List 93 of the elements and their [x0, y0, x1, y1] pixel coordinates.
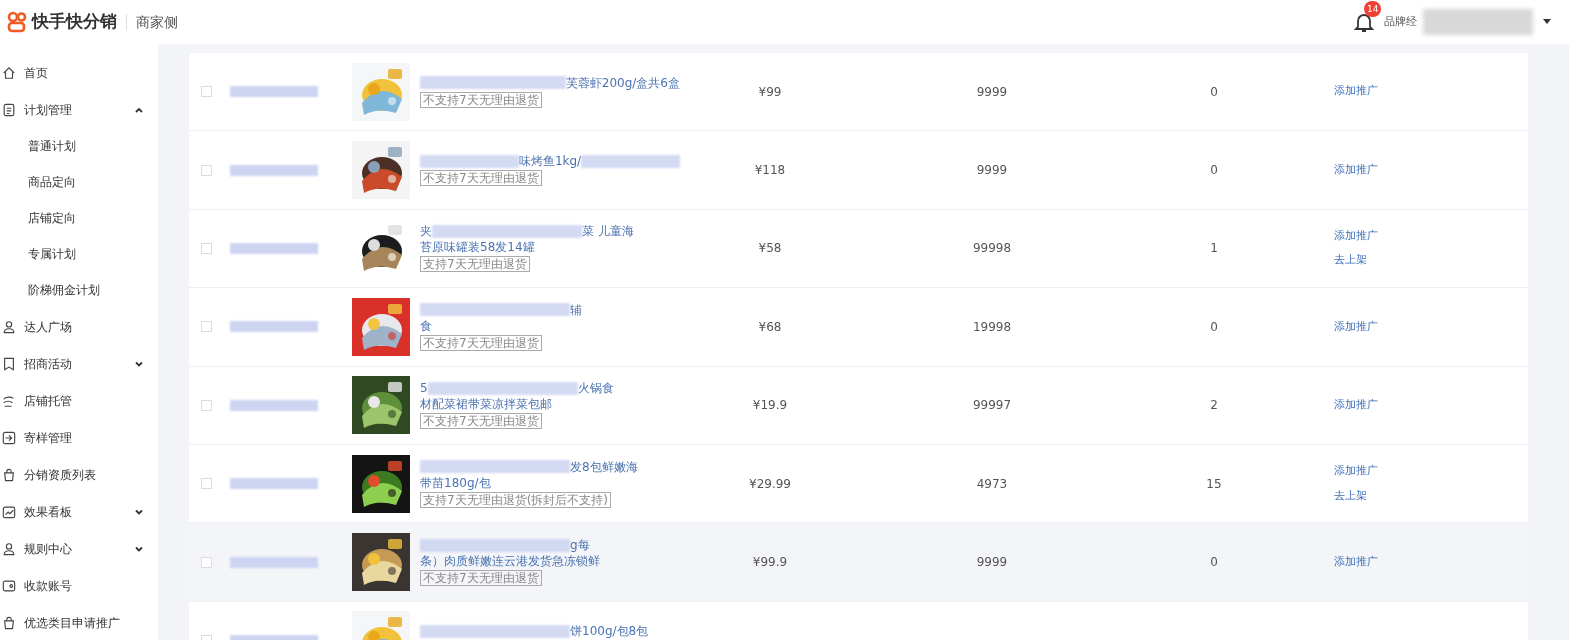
stock-cell-text: 19998 — [971, 318, 1013, 336]
price-cell-text: ¥99 — [757, 83, 783, 101]
product-title[interactable]: 材配菜裙带菜凉拌菜包邮 — [420, 397, 552, 412]
product-title[interactable]: 条）肉质鲜嫩连云港发货急冻锁鲜 — [420, 554, 600, 569]
sidebar-item[interactable]: 分销资质列表 — [0, 456, 158, 493]
price-cell-text: ¥19.9 — [751, 397, 789, 415]
return-policy-tag: 不支持7天无理由退货 — [420, 413, 542, 430]
stock-cell-text: 9999 — [975, 83, 1009, 101]
person-icon — [2, 319, 16, 334]
stock-cell-text: 99997 — [971, 397, 1013, 415]
sidebar-subitem[interactable]: 商品定向 — [0, 164, 158, 200]
product-title[interactable]: 夹 — [420, 224, 432, 239]
sidebar-item[interactable]: 效果看板 — [0, 493, 158, 530]
stock-cell-text: 9999 — [975, 162, 1009, 180]
product-title[interactable]: 味烤鱼1kg/ — [518, 154, 582, 169]
return-policy-tag: 支持7天无理由退货(拆封后不支持) — [420, 491, 611, 508]
user-avatar[interactable] — [1423, 9, 1533, 35]
price-cell-text: ¥99.9 — [751, 554, 789, 572]
row-checkbox[interactable] — [201, 399, 212, 411]
sidebar-item[interactable]: 寄样管理 — [0, 419, 158, 456]
sidebar-subitem[interactable]: 阶梯佣金计划 — [0, 272, 158, 308]
price-cell-text: ¥68 — [757, 318, 783, 336]
action-link[interactable]: 添加推广 — [1334, 83, 1378, 100]
product-title[interactable]: 饼100g/包8包 — [570, 624, 649, 639]
action-link[interactable]: 去上架 — [1334, 487, 1378, 505]
logo-text: 快手快分销 — [32, 10, 117, 34]
count-cell-text: 0 — [1209, 554, 1219, 572]
product-title[interactable]: 发8包鲜嫩海 — [570, 459, 638, 474]
home-icon — [2, 65, 16, 80]
row-checkbox[interactable] — [201, 86, 212, 98]
caret-icon[interactable] — [1543, 19, 1551, 25]
stock-cell-text: 9999 — [975, 554, 1009, 572]
document-icon — [2, 102, 16, 117]
person-icon — [2, 541, 16, 556]
action-link[interactable]: 添加推广 — [1334, 161, 1378, 179]
wallet-icon — [2, 578, 16, 593]
product-title[interactable]: 菜 儿童海 — [582, 224, 634, 239]
product-title[interactable]: 芙蓉虾200g/盒共6盒 — [565, 75, 680, 90]
enter-icon — [2, 430, 16, 445]
price-cell-text: ¥58 — [757, 240, 783, 258]
product-title[interactable]: 食 — [420, 318, 432, 333]
section-label: 商家侧 — [136, 12, 178, 32]
action-link[interactable]: 去上架 — [1334, 252, 1378, 269]
row-checkbox[interactable] — [201, 164, 212, 176]
chart-icon — [2, 504, 16, 519]
row-checkbox[interactable] — [201, 242, 212, 254]
sidebar-subitem[interactable]: 普通计划 — [0, 128, 158, 164]
sidebar-item[interactable]: 达人广场 — [0, 308, 158, 345]
logo-icon — [6, 11, 28, 33]
action-link[interactable]: 添加推广 — [1334, 463, 1378, 480]
sidebar-item[interactable]: 首页 — [0, 54, 158, 91]
return-policy-tag: 不支持7天无理由退货 — [420, 334, 542, 351]
product-title[interactable]: 带苗180g/包 — [420, 475, 491, 490]
stock-cell-text: 99998 — [971, 240, 1013, 258]
return-policy-tag: 不支持7天无理由退货 — [420, 570, 542, 587]
action-link[interactable]: 添加推广 — [1334, 318, 1378, 336]
row-checkbox[interactable] — [201, 478, 212, 490]
action-link[interactable]: 添加推广 — [1334, 227, 1378, 245]
action-link[interactable]: 添加推广 — [1334, 553, 1378, 571]
price-cell-text: ¥118 — [753, 162, 787, 180]
sidebar-item[interactable]: 优选类目申请推广 — [0, 604, 158, 640]
sidebar-item[interactable]: 规则中心 — [0, 530, 158, 567]
action-link[interactable]: 添加推广 — [1334, 397, 1378, 414]
count-cell-text: 2 — [1209, 397, 1219, 415]
return-policy-tag: 不支持7天无理由退货 — [420, 170, 542, 187]
notification-badge: 14 — [1364, 1, 1382, 17]
product-title[interactable]: 5 — [420, 381, 428, 396]
product-title[interactable]: 苔原味罐装58发14罐 — [420, 240, 535, 255]
return-policy-tag: 不支持7天无理由退货 — [420, 91, 542, 108]
sidebar-subitem[interactable]: 店铺定向 — [0, 200, 158, 236]
sidebar-item[interactable]: 店铺托管 — [0, 382, 158, 419]
sidebar-item[interactable]: 招商活动 — [0, 345, 158, 382]
count-cell-text: 15 — [1205, 475, 1223, 493]
stock-cell-text: 4973 — [975, 475, 1009, 493]
product-title[interactable]: 辅 — [570, 302, 582, 317]
sidebar-subitem[interactable]: 专属计划 — [0, 236, 158, 272]
price-cell-text: ¥29.99 — [748, 475, 792, 493]
bag-icon — [2, 615, 16, 630]
row-checkbox[interactable] — [201, 321, 212, 333]
count-cell-text: 0 — [1209, 83, 1219, 101]
user-role: 品牌经 — [1384, 13, 1417, 30]
bag-icon — [2, 467, 16, 482]
sidebar-item[interactable]: 计划管理 — [0, 91, 158, 128]
row-checkbox[interactable] — [201, 556, 212, 568]
return-policy-tag: 支持7天无理由退货 — [420, 256, 530, 273]
bell-icon[interactable] — [1354, 11, 1374, 33]
product-title[interactable]: g每 — [570, 538, 590, 553]
count-cell-text: 0 — [1209, 318, 1219, 336]
count-cell-text: 0 — [1209, 162, 1219, 180]
count-cell-text: 1 — [1209, 240, 1219, 258]
sidebar-item[interactable]: 收款账号 — [0, 567, 158, 604]
product-title[interactable]: 火锅食 — [577, 381, 614, 396]
bookmark-icon — [2, 356, 16, 371]
